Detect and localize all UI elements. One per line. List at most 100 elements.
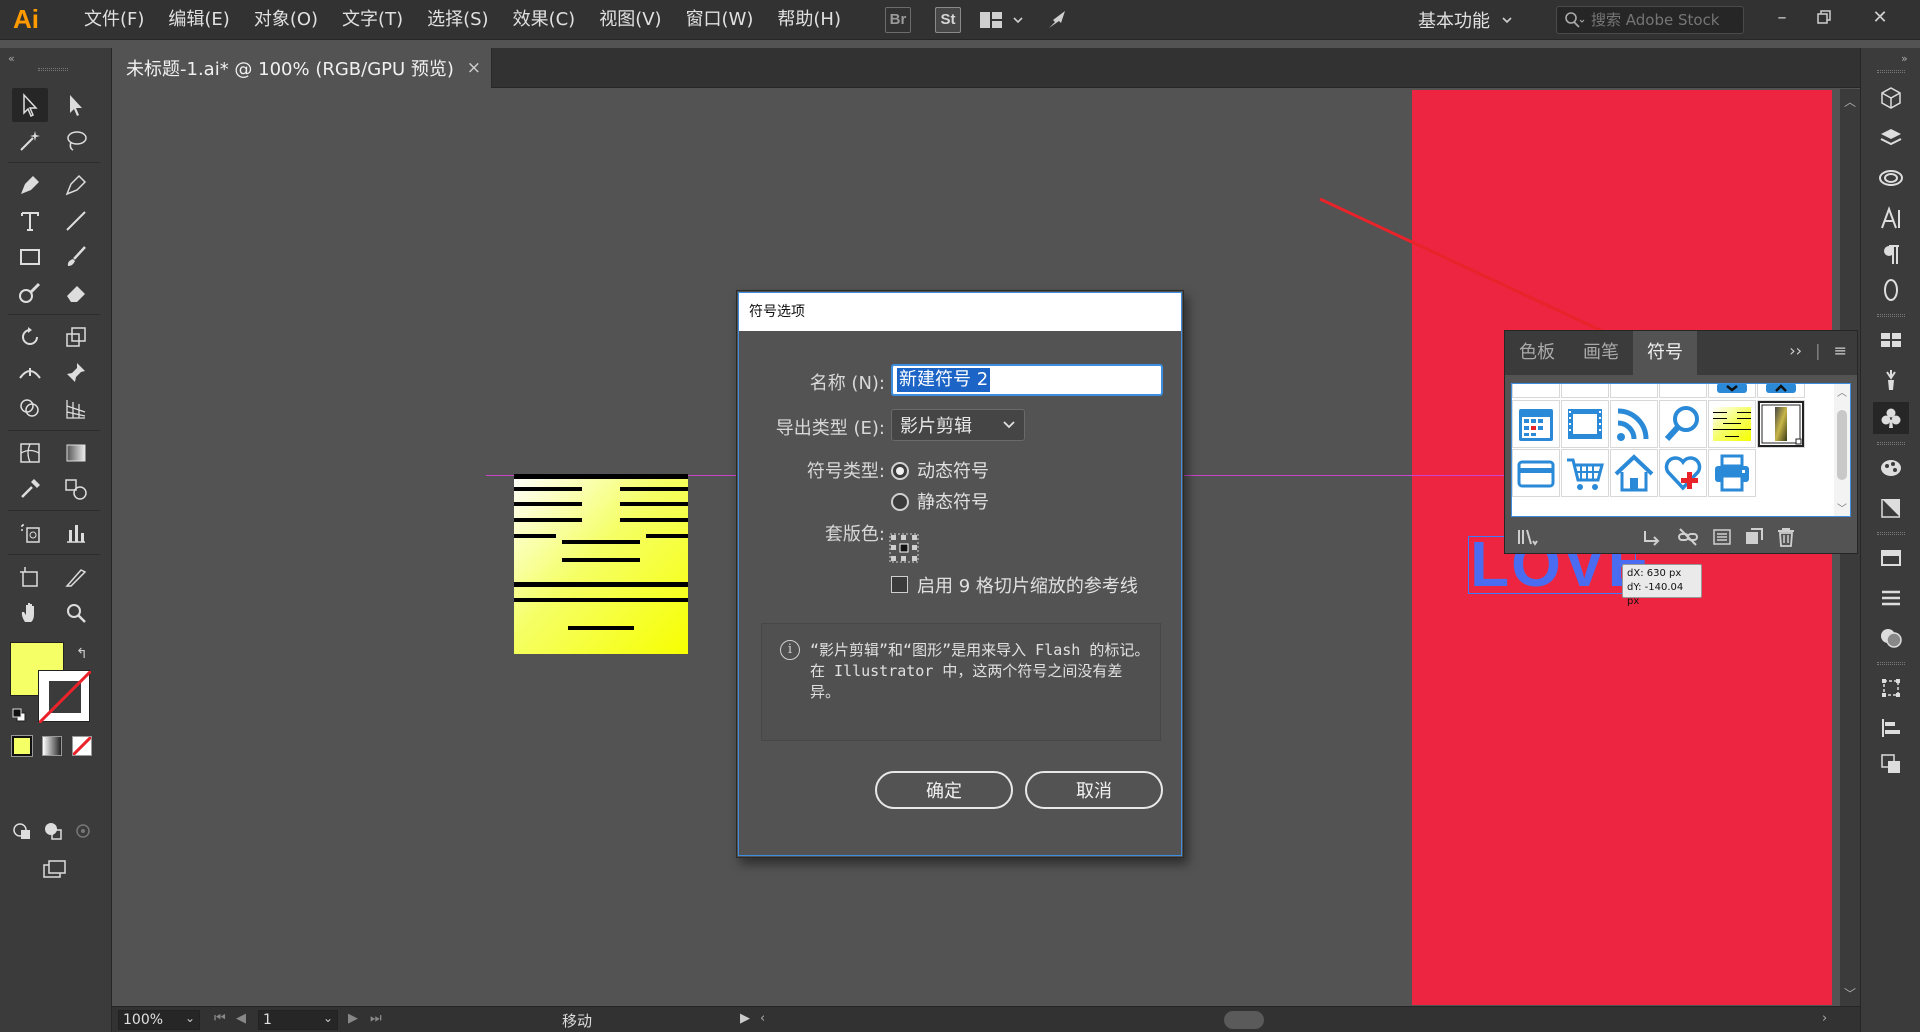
none-mode-button[interactable]: [71, 735, 93, 757]
brushes-panel-button[interactable]: [1873, 364, 1909, 396]
tab-swatches[interactable]: 色板: [1505, 331, 1569, 375]
symbols-grid[interactable]: ︿ ﹀: [1511, 383, 1851, 517]
previous-artboard-icon[interactable]: ◀: [236, 1011, 246, 1026]
graphic-styles-panel-button[interactable]: [1873, 452, 1909, 484]
symbol-cell[interactable]: [1512, 384, 1560, 398]
menu-effect[interactable]: 效果(C): [501, 0, 588, 40]
symbol-cell[interactable]: [1561, 400, 1609, 448]
first-artboard-icon[interactable]: ⏮: [214, 1011, 226, 1026]
shaper-tool[interactable]: [12, 276, 48, 310]
rotate-tool[interactable]: [12, 320, 48, 354]
static-symbol-radio[interactable]: [891, 493, 909, 511]
registration-point-grid[interactable]: [889, 533, 919, 563]
symbols-scrollbar[interactable]: ︿ ﹀: [1834, 384, 1850, 516]
swap-fill-stroke-icon[interactable]: ↰: [76, 646, 88, 662]
paintbrush-tool[interactable]: [58, 240, 94, 274]
minimize-button[interactable]: –: [1760, 0, 1804, 34]
stroke-weight-panel-button[interactable]: [1873, 582, 1909, 614]
eraser-tool[interactable]: [58, 276, 94, 310]
swatches-panel-button[interactable]: [1873, 324, 1909, 356]
place-symbol-icon[interactable]: [1641, 527, 1663, 547]
magic-wand-tool[interactable]: [12, 124, 48, 158]
restore-button[interactable]: [1802, 0, 1846, 34]
shape-builder-tool[interactable]: [12, 392, 48, 426]
column-graph-tool[interactable]: [58, 516, 94, 550]
collapse-dock-icon[interactable]: »: [1901, 52, 1908, 65]
symbol-cell[interactable]: [1708, 400, 1756, 448]
pathfinder-panel-button[interactable]: [1873, 748, 1909, 780]
scroll-left-icon[interactable]: ‹: [760, 1011, 765, 1026]
nine-slice-checkbox[interactable]: [891, 576, 908, 593]
type-tool[interactable]: [12, 204, 48, 238]
gpu-performance-button[interactable]: [1045, 0, 1071, 40]
pen-tool[interactable]: [12, 168, 48, 202]
chevron-down-icon[interactable]: ⌄: [185, 1011, 195, 1025]
appearance-panel-button[interactable]: [1873, 162, 1909, 194]
slice-tool[interactable]: [58, 560, 94, 594]
stock-search[interactable]: [1556, 6, 1744, 34]
stock-button[interactable]: St: [935, 6, 961, 33]
scale-tool[interactable]: [58, 320, 94, 354]
align-panel-button[interactable]: [1873, 712, 1909, 744]
symbol-cell[interactable]: [1561, 449, 1609, 497]
selection-tool[interactable]: [12, 88, 48, 122]
draw-inside-button[interactable]: [68, 814, 98, 848]
blend-tool[interactable]: [58, 472, 94, 506]
new-symbol-icon[interactable]: [1743, 527, 1765, 547]
symbols-panel-button[interactable]: [1873, 402, 1909, 434]
menu-object[interactable]: 对象(O): [242, 0, 330, 40]
tab-brushes[interactable]: 画笔: [1569, 331, 1633, 375]
color-mode-button[interactable]: [11, 735, 33, 757]
libraries-panel-button[interactable]: [1873, 82, 1909, 114]
symbol-cell[interactable]: [1659, 449, 1707, 497]
symbol-cell[interactable]: [1659, 400, 1707, 448]
symbol-cell[interactable]: [1610, 384, 1658, 398]
panel-grip[interactable]: [38, 68, 68, 71]
panel-menu[interactable]: ›› | ≡: [1789, 341, 1847, 360]
close-tab-icon[interactable]: ×: [467, 58, 481, 78]
symbol-options-icon[interactable]: [1711, 527, 1733, 547]
puppet-warp-tool[interactable]: [58, 356, 94, 390]
artboard-number-field[interactable]: 1 ⌄: [258, 1010, 338, 1030]
scroll-up-icon[interactable]: ︿: [1837, 384, 1847, 399]
status-menu-icon[interactable]: ▶: [740, 1011, 750, 1026]
layers-panel-button[interactable]: [1873, 122, 1909, 154]
curvature-tool[interactable]: [58, 168, 94, 202]
menu-view[interactable]: 视图(V): [587, 0, 673, 40]
artboard-tool[interactable]: [12, 560, 48, 594]
gradient-mode-button[interactable]: [42, 736, 62, 756]
symbol-cell[interactable]: [1610, 449, 1658, 497]
export-type-select[interactable]: 影片剪辑: [891, 409, 1025, 441]
workspace-switcher[interactable]: 基本功能: [1418, 0, 1514, 40]
close-window-button[interactable]: ✕: [1858, 0, 1902, 34]
expand-panel-icon[interactable]: ››: [1789, 341, 1802, 360]
perspective-grid-tool[interactable]: [58, 392, 94, 426]
menu-file[interactable]: 文件(F): [72, 0, 156, 40]
paragraph-panel-button[interactable]: [1873, 238, 1909, 270]
scroll-down-icon[interactable]: ﹀: [1837, 500, 1847, 515]
eyedropper-tool[interactable]: [12, 472, 48, 506]
default-colors-icon[interactable]: [12, 708, 26, 722]
width-tool[interactable]: [12, 356, 48, 390]
delete-icon[interactable]: [1775, 527, 1797, 547]
symbol-cell[interactable]: [1561, 384, 1609, 398]
stroke-swatch[interactable]: [38, 670, 91, 723]
draw-normal-button[interactable]: [8, 814, 38, 848]
gradient-tool[interactable]: [58, 436, 94, 470]
scroll-right-icon[interactable]: ›: [1822, 1011, 1827, 1026]
arrange-documents-button[interactable]: [979, 0, 1025, 40]
draw-behind-button[interactable]: [38, 814, 68, 848]
symbol-cell[interactable]: [1708, 384, 1756, 398]
collapse-panel-icon[interactable]: «: [8, 52, 15, 65]
zoom-field[interactable]: 100% ⌄: [118, 1010, 200, 1030]
bridge-button[interactable]: Br: [885, 6, 911, 33]
zoom-tool[interactable]: [58, 596, 94, 630]
symbol-sprayer-tool[interactable]: [12, 516, 48, 550]
xi-character-artwork[interactable]: [514, 474, 688, 654]
transform-panel-button[interactable]: [1873, 672, 1909, 704]
tab-symbols[interactable]: 符号: [1633, 331, 1697, 375]
symbol-cell[interactable]: [1512, 400, 1560, 448]
scroll-down-icon[interactable]: ﹀: [1844, 985, 1856, 1002]
cancel-button[interactable]: 取消: [1025, 771, 1163, 809]
screen-mode-button[interactable]: [36, 852, 72, 886]
